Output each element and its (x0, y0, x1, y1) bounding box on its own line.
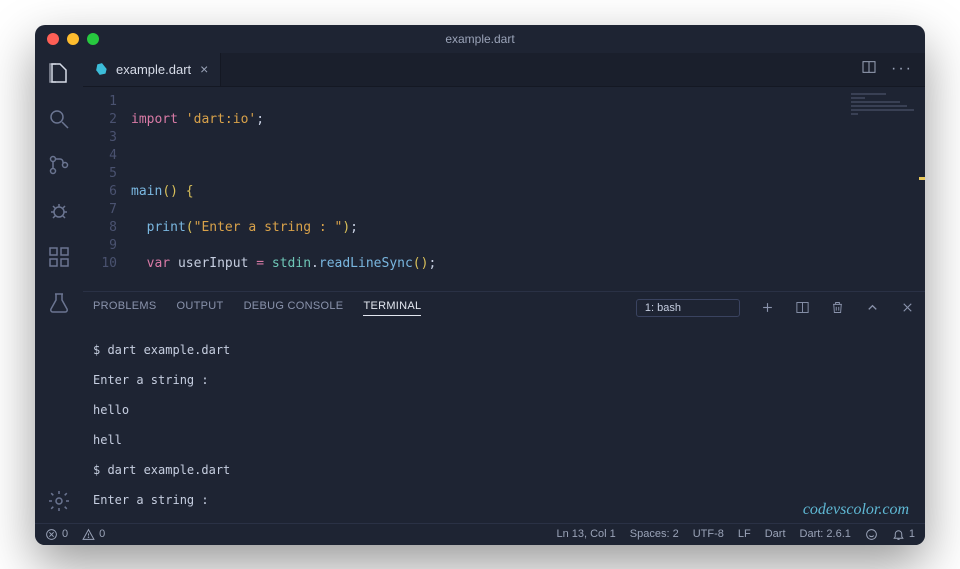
dart-file-icon (95, 62, 109, 76)
split-terminal-icon[interactable] (795, 300, 810, 315)
maximize-panel-icon[interactable] (865, 300, 880, 315)
status-bar: 0 0 Ln 13, Col 1 Spaces: 2 UTF-8 LF Dart… (35, 523, 925, 545)
titlebar: example.dart (35, 25, 925, 53)
tab-example-dart[interactable]: example.dart × (83, 53, 221, 86)
line-gutter: 1 2 3 4 5 6 7 8 9 10 (83, 87, 131, 291)
minimize-window-button[interactable] (67, 33, 79, 45)
kill-terminal-icon[interactable] (830, 300, 845, 315)
status-warnings[interactable]: 0 (82, 528, 105, 541)
status-notifications[interactable]: 1 (892, 528, 915, 541)
debug-icon[interactable] (47, 199, 71, 223)
main-area: example.dart × ··· 1 2 3 4 5 6 (83, 53, 925, 523)
code-content[interactable]: import 'dart:io'; main() { print("Enter … (131, 87, 925, 291)
terminal-selector-label: 1: bash (645, 302, 681, 314)
new-terminal-icon[interactable] (760, 300, 775, 315)
panel-tabs: PROBLEMS OUTPUT DEBUG CONSOLE TERMINAL 1… (83, 292, 925, 324)
tab-actions: ··· (861, 53, 925, 86)
minimap[interactable] (851, 91, 921, 121)
status-encoding[interactable]: UTF-8 (693, 528, 724, 540)
bottom-panel: PROBLEMS OUTPUT DEBUG CONSOLE TERMINAL 1… (83, 291, 925, 523)
split-editor-icon[interactable] (861, 59, 877, 80)
tab-terminal[interactable]: TERMINAL (363, 300, 421, 316)
close-window-button[interactable] (47, 33, 59, 45)
status-indentation[interactable]: Spaces: 2 (630, 528, 679, 540)
status-feedback-icon[interactable] (865, 528, 878, 541)
status-language[interactable]: Dart (765, 528, 786, 540)
beaker-icon[interactable] (47, 291, 71, 315)
status-cursor-position[interactable]: Ln 13, Col 1 (556, 528, 615, 540)
overview-ruler (919, 87, 925, 291)
editor-tabs: example.dart × ··· (83, 53, 925, 87)
status-eol[interactable]: LF (738, 528, 751, 540)
settings-gear-icon[interactable] (47, 489, 71, 513)
terminal-output[interactable]: $ dart example.dart Enter a string : hel… (83, 324, 925, 523)
maximize-window-button[interactable] (87, 33, 99, 45)
activity-bar (35, 53, 83, 523)
vscode-window: example.dart (35, 25, 925, 545)
close-panel-icon[interactable] (900, 300, 915, 315)
tab-problems[interactable]: PROBLEMS (93, 300, 157, 315)
terminal-selector[interactable]: 1: bash (636, 299, 740, 317)
close-tab-icon[interactable]: × (200, 61, 208, 77)
explorer-icon[interactable] (47, 61, 71, 85)
extensions-icon[interactable] (47, 245, 71, 269)
search-icon[interactable] (47, 107, 71, 131)
source-control-icon[interactable] (47, 153, 71, 177)
tab-output[interactable]: OUTPUT (177, 300, 224, 315)
more-actions-icon[interactable]: ··· (891, 60, 913, 78)
tab-debug-console[interactable]: DEBUG CONSOLE (244, 300, 344, 315)
watermark: codevscolor.com (803, 502, 909, 517)
status-dart-version[interactable]: Dart: 2.6.1 (800, 528, 851, 540)
window-title: example.dart (35, 32, 925, 46)
traffic-lights (47, 33, 99, 45)
window-body: example.dart × ··· 1 2 3 4 5 6 (35, 53, 925, 523)
code-editor[interactable]: 1 2 3 4 5 6 7 8 9 10 import 'dart:io'; m… (83, 87, 925, 291)
status-errors[interactable]: 0 (45, 528, 68, 541)
tab-label: example.dart (116, 62, 191, 77)
